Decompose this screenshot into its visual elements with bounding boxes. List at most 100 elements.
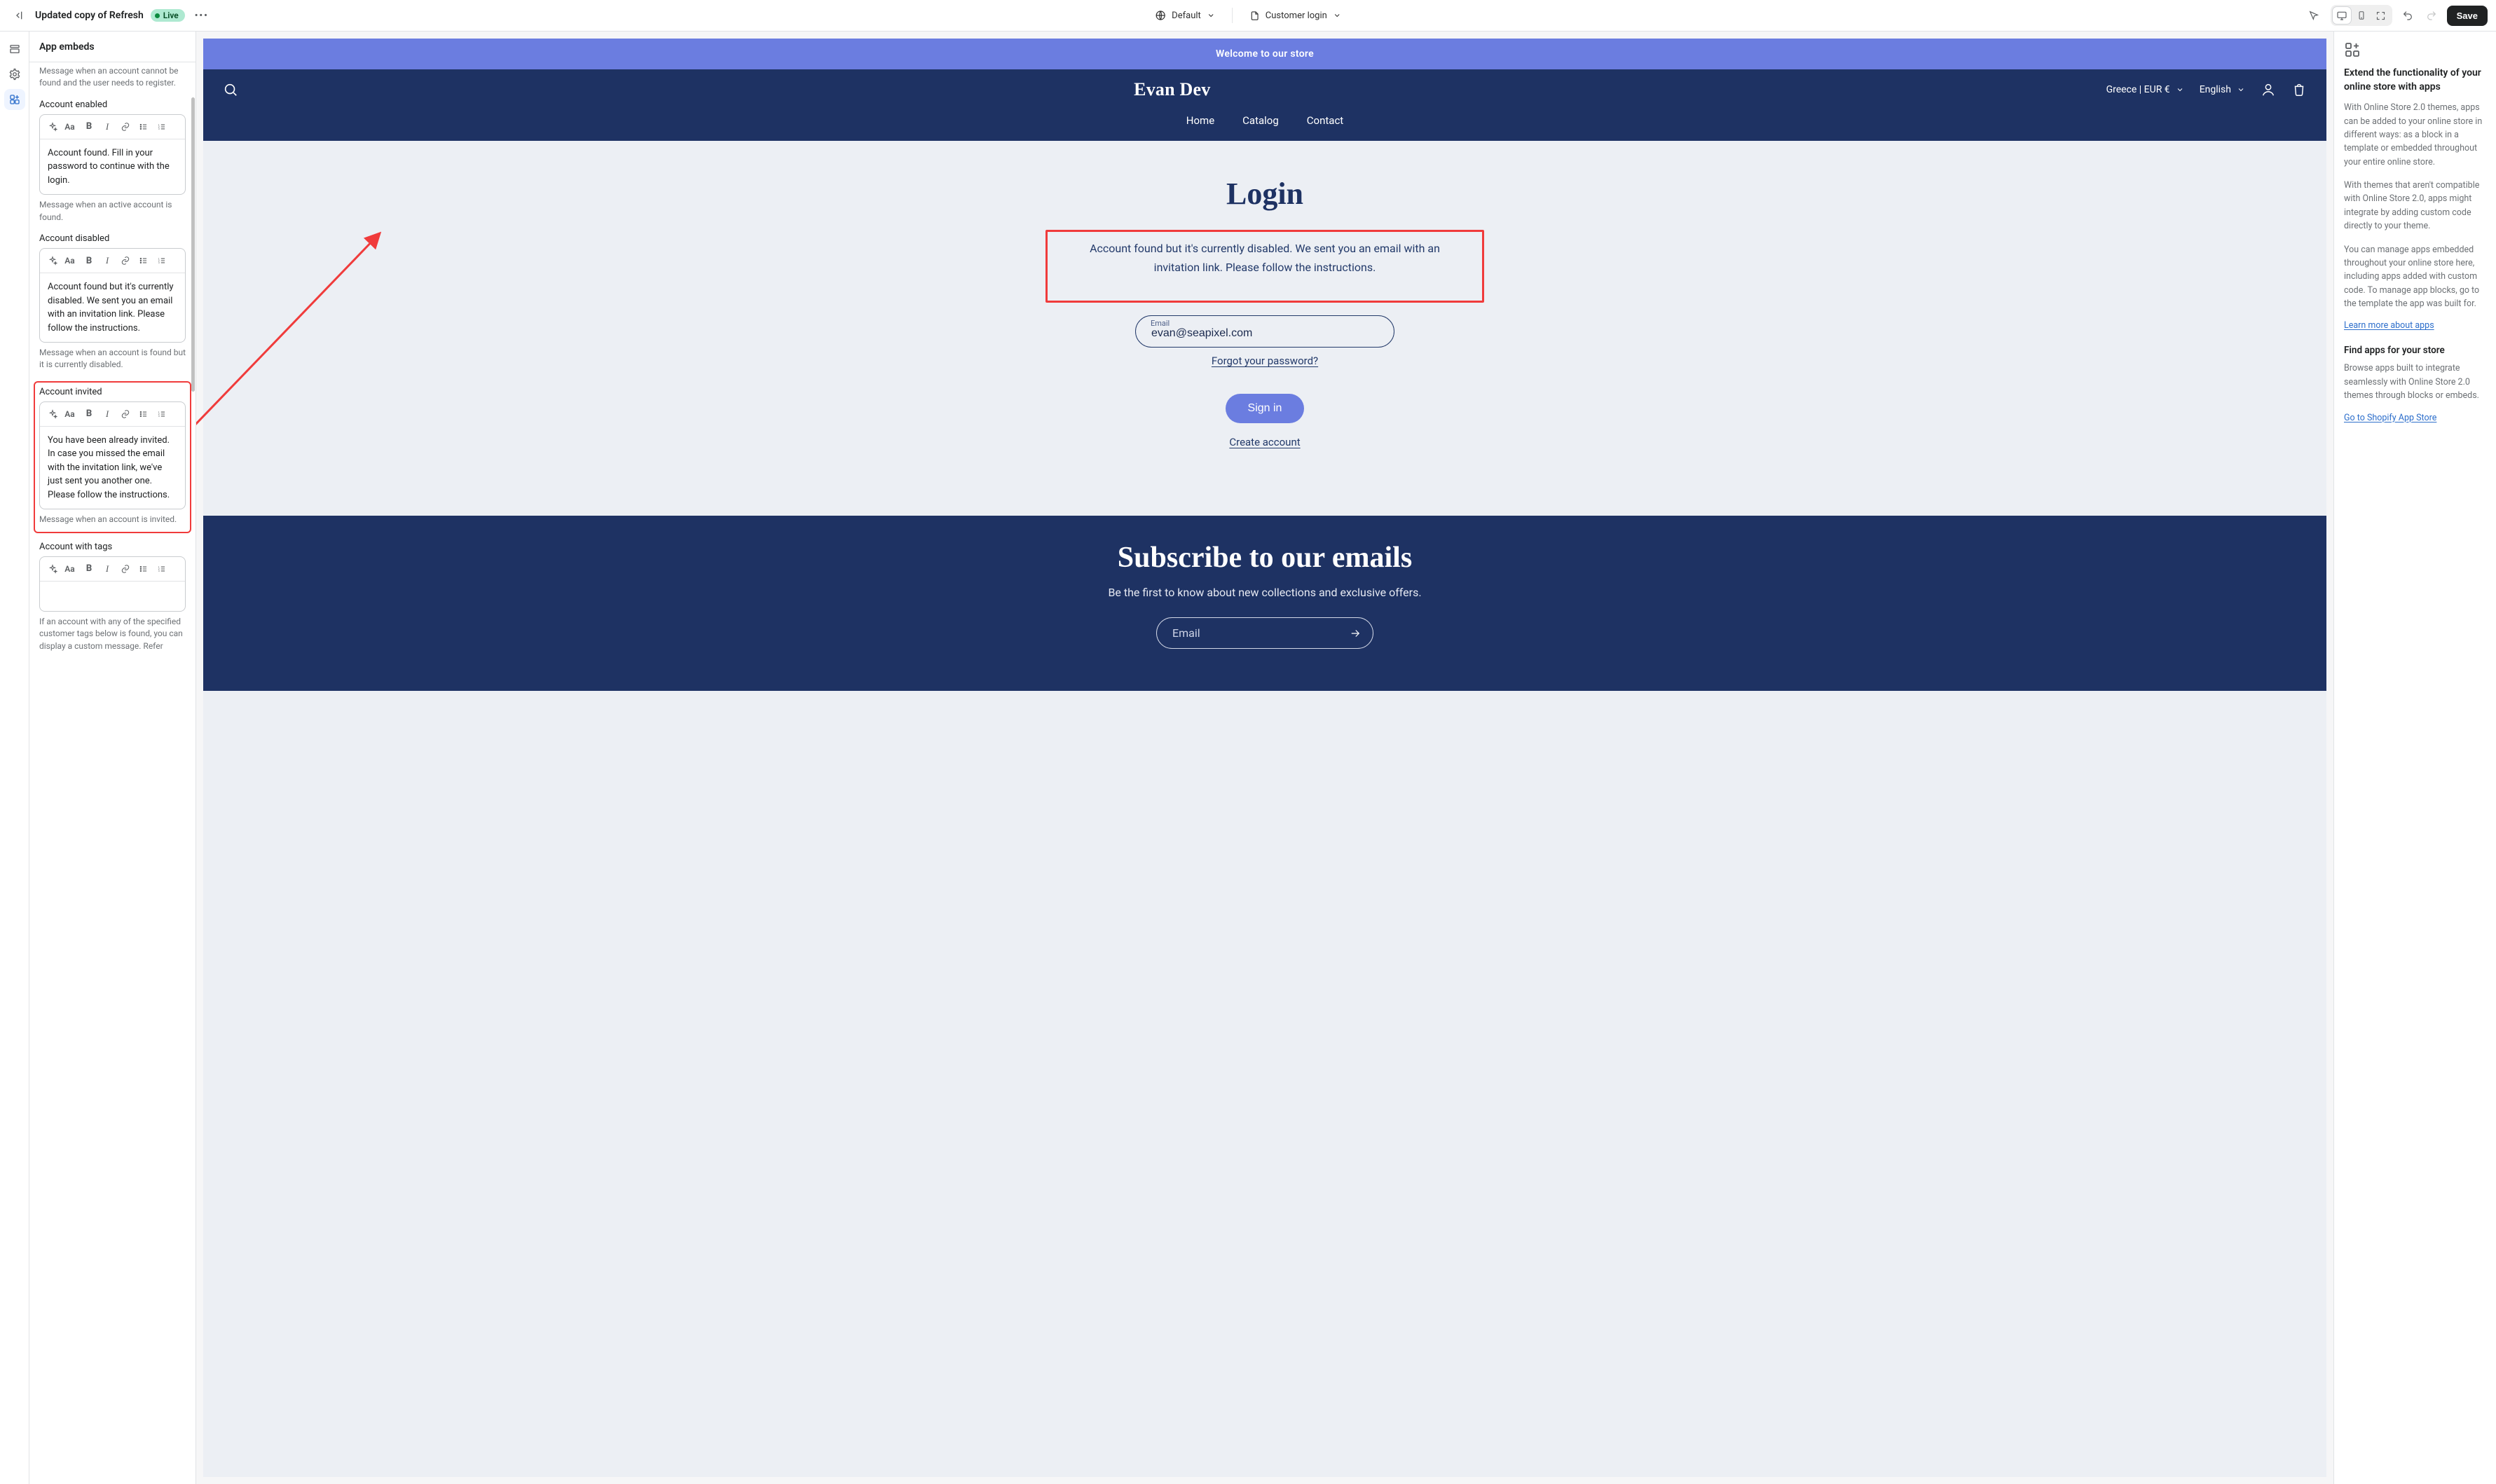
help-text: Message when an account is invited. — [39, 514, 186, 525]
sections-tab-icon[interactable] — [4, 39, 25, 60]
left-panel: App embeds Message when an account canno… — [29, 32, 196, 1484]
bullet-list-button[interactable] — [135, 118, 152, 135]
rte-account-disabled: Aa B I 123 Account found but it's curren… — [39, 248, 186, 343]
app-embeds-tab-icon[interactable] — [4, 89, 25, 110]
undo-button[interactable] — [2399, 7, 2416, 24]
locale-selector[interactable]: Default — [1151, 7, 1219, 24]
rte-body[interactable]: Account found but it's currently disable… — [40, 273, 185, 342]
theme-title: Updated copy of Refresh — [35, 10, 144, 21]
mobile-view-button[interactable] — [2352, 7, 2371, 24]
svg-text:3: 3 — [158, 570, 160, 572]
rte-account-enabled: Aa B I 123 Account found. Fill in your p… — [39, 114, 186, 195]
announcement-bar: Welcome to our store — [203, 39, 2326, 69]
scrollbar-thumb[interactable] — [191, 97, 195, 392]
italic-button[interactable]: I — [99, 252, 116, 269]
chevron-down-icon — [1207, 11, 1215, 20]
bullet-list-button[interactable] — [135, 252, 152, 269]
desktop-view-button[interactable] — [2333, 7, 2351, 24]
italic-button[interactable]: I — [99, 406, 116, 422]
account-icon[interactable] — [2261, 82, 2276, 97]
bold-button[interactable]: B — [81, 118, 97, 135]
template-selector[interactable]: Customer login — [1245, 8, 1345, 24]
sign-in-button[interactable]: Sign in — [1226, 394, 1305, 423]
nav-contact[interactable]: Contact — [1307, 114, 1343, 127]
language-selector[interactable]: English — [2200, 84, 2245, 95]
arrow-right-icon[interactable] — [1349, 627, 1362, 640]
locale-label: Default — [1172, 11, 1201, 21]
sparkle-icon[interactable] — [44, 118, 61, 135]
nav-catalog[interactable]: Catalog — [1242, 114, 1279, 127]
search-icon[interactable] — [223, 82, 238, 97]
page-icon — [1249, 11, 1260, 21]
bold-button[interactable]: B — [81, 252, 97, 269]
main-nav: Home Catalog Contact — [203, 110, 2326, 141]
email-input[interactable] — [1135, 315, 1394, 348]
left-panel-heading: App embeds — [29, 32, 196, 62]
bold-button[interactable]: B — [81, 406, 97, 422]
right-paragraph-1: With Online Store 2.0 themes, apps can b… — [2344, 101, 2486, 169]
link-button[interactable] — [117, 406, 134, 422]
chevron-down-icon — [2176, 85, 2184, 94]
right-paragraph-4: Browse apps built to integrate seamlessl… — [2344, 362, 2486, 402]
inspector-toggle-icon[interactable] — [2304, 6, 2324, 25]
svg-text:3: 3 — [158, 415, 160, 418]
exit-icon[interactable] — [8, 6, 28, 25]
rte-toolbar: Aa B I 123 — [40, 557, 185, 582]
login-status-message: Account found but it's currently disable… — [1069, 239, 1461, 277]
numbered-list-button[interactable]: 123 — [153, 118, 170, 135]
italic-button[interactable]: I — [99, 118, 116, 135]
paragraph-style-button[interactable]: Aa — [62, 406, 79, 422]
apps-grid-icon — [2344, 41, 2486, 58]
footer-email-placeholder: Email — [1172, 626, 1200, 640]
link-button[interactable] — [117, 118, 134, 135]
rte-account-with-tags: Aa B I 123 — [39, 556, 186, 612]
cart-icon[interactable] — [2291, 82, 2307, 97]
bullet-list-button[interactable] — [135, 561, 152, 577]
rte-body[interactable] — [40, 582, 185, 611]
annotation-highlight-box: Account found but it's currently disable… — [1045, 230, 1484, 303]
redo-button — [2423, 7, 2440, 24]
numbered-list-button[interactable]: 123 — [153, 561, 170, 577]
numbered-list-button[interactable]: 123 — [153, 406, 170, 422]
bold-button[interactable]: B — [81, 561, 97, 577]
language-label: English — [2200, 84, 2231, 95]
sparkle-icon[interactable] — [44, 406, 61, 422]
paragraph-style-button[interactable]: Aa — [62, 118, 79, 135]
learn-more-link[interactable]: Learn more about apps — [2344, 320, 2434, 331]
fullscreen-view-button[interactable] — [2372, 7, 2390, 24]
create-account-link[interactable]: Create account — [203, 436, 2326, 448]
nav-home[interactable]: Home — [1186, 114, 1214, 127]
save-button[interactable]: Save — [2447, 6, 2488, 26]
sparkle-icon[interactable] — [44, 252, 61, 269]
forgot-password-link[interactable]: Forgot your password? — [203, 355, 2326, 367]
paragraph-style-button[interactable]: Aa — [62, 561, 79, 577]
live-badge: Live — [151, 9, 185, 22]
rte-body[interactable]: You have been already invited. In case y… — [40, 427, 185, 509]
bullet-list-button[interactable] — [135, 406, 152, 422]
login-section: Login Account found but it's currently d… — [203, 141, 2326, 490]
rte-body[interactable]: Account found. Fill in your password to … — [40, 139, 185, 195]
paragraph-style-button[interactable]: Aa — [62, 252, 79, 269]
help-text: If an account with any of the specified … — [39, 616, 186, 652]
link-button[interactable] — [117, 561, 134, 577]
country-currency-selector[interactable]: Greece | EUR € — [2106, 84, 2184, 95]
rte-toolbar: Aa B I 123 — [40, 402, 185, 427]
globe-icon — [1155, 10, 1166, 21]
italic-button[interactable]: I — [99, 561, 116, 577]
numbered-list-button[interactable]: 123 — [153, 252, 170, 269]
svg-text:3: 3 — [158, 261, 160, 264]
footer-section: Subscribe to our emails Be the first to … — [203, 516, 2326, 691]
link-button[interactable] — [117, 252, 134, 269]
rte-toolbar: Aa B I 123 — [40, 115, 185, 139]
viewport-switcher — [2331, 5, 2392, 26]
app-store-link[interactable]: Go to Shopify App Store — [2344, 413, 2436, 423]
theme-settings-tab-icon[interactable] — [4, 64, 25, 85]
help-text: Message when an account is found but it … — [39, 347, 186, 371]
sparkle-icon[interactable] — [44, 561, 61, 577]
more-actions-button[interactable]: ••• — [192, 6, 212, 25]
login-heading: Login — [203, 176, 2326, 212]
topbar: Updated copy of Refresh Live ••• Default… — [0, 0, 2496, 32]
right-panel: Extend the functionality of your online … — [2333, 32, 2496, 1484]
footer-email-field[interactable]: Email — [1156, 617, 1373, 649]
store-title[interactable]: Evan Dev — [1134, 79, 1210, 100]
